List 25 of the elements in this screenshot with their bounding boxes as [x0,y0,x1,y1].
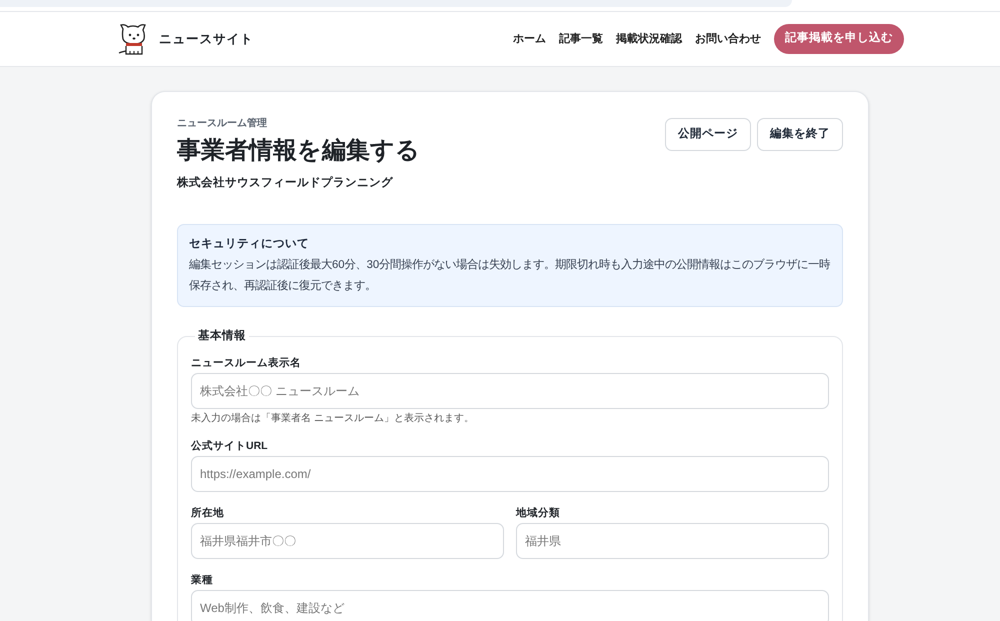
field-label: 所在地 [191,506,225,520]
eyebrow-label: ニュースルーム管理 [177,117,268,131]
action-button[interactable]: 公開ページ [665,118,751,151]
action-button[interactable]: 編集を終了 [757,118,843,151]
input-field[interactable]: Web制作、飲食、建設など [191,590,829,621]
notice-text: 編集セッションは認証後最大60分、30分間操作がない場合は失効します。期限切れ時も入力途中の公開情報はこのブラウザに一時保存され、再認証後に復元できます。 [189,258,831,294]
input-field[interactable]: 株式会社〇〇 ニュースルーム [191,373,829,410]
page-title: 事業者情報を編集する [177,136,420,166]
nav-link[interactable]: 記事一覧 [559,30,603,48]
site-name[interactable]: ニュースサイト [159,30,254,48]
fieldset-legend: 基本情報 [195,328,249,346]
nav-link[interactable]: ホーム [513,30,546,48]
field-hint: 未入力の場合は「事業者名 ニュースルーム」と表示されます。 [191,413,475,426]
input-field[interactable]: https://example.com/ [191,456,829,492]
field-label: ニュースルーム表示名 [191,356,302,370]
apply-button[interactable]: 記事掲載を申し込む [774,24,904,54]
input-field[interactable]: 福井県福井市〇〇 [191,523,504,560]
company-name: 株式会社サウスフィールドプランニング [177,175,394,191]
notice-title: セキュリティについて [189,237,310,252]
input-field[interactable]: 福井県 [516,523,829,560]
nav-link[interactable]: 掲載状況確認 [616,30,682,48]
field-label: 地域分類 [516,506,561,520]
nav-link[interactable]: お問い合わせ [695,30,761,48]
field-label: 業種 [191,573,214,588]
field-label: 公式サイトURL [191,439,269,454]
